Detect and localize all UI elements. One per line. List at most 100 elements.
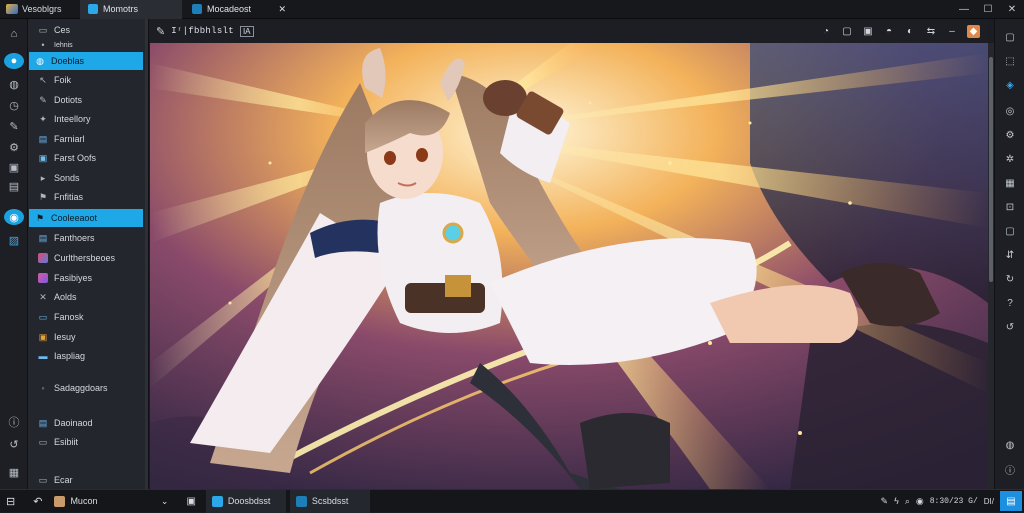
tab-close-icon[interactable]: ✕ bbox=[278, 4, 286, 15]
panel-icon: ▭ bbox=[38, 436, 48, 447]
layers-icon[interactable]: ▤ bbox=[7, 179, 21, 193]
sidebar-item-curlthersbeoes[interactable]: Curlthersbeoes bbox=[32, 249, 143, 267]
sidebar-item-esibiit[interactable]: ▭ Esibiit bbox=[32, 433, 143, 451]
toolbar-actions: ◔ ▢ ▣ ◓ ◐ ⇆ – ◆ bbox=[820, 24, 988, 38]
pen-icon[interactable]: ✎ bbox=[881, 496, 889, 507]
chat-bubble-icon[interactable]: ◉ bbox=[4, 209, 24, 225]
canvas-toolbar: ✎ Iʳ|fbbhlslt IA ◔ ▢ ▣ ◓ ◐ ⇆ – ◆ bbox=[150, 19, 988, 43]
sidebar-item-farniarl[interactable]: ▤ Farniarl bbox=[32, 130, 143, 148]
tab-mocadeost[interactable]: Mocadeost ✕ bbox=[184, 0, 294, 19]
sidebar-item-daoinaod[interactable]: ▤ Daoinaod bbox=[32, 414, 143, 432]
back-button[interactable]: ↶ bbox=[27, 490, 48, 513]
sidebar-item-fasibiyes[interactable]: Fasibiyes bbox=[32, 269, 143, 287]
task-label: Doosbdsst bbox=[227, 496, 271, 506]
sidebar-item-label: Foik bbox=[54, 75, 72, 85]
sidebar-item-iesuy[interactable]: ▣ Iesuy bbox=[32, 328, 143, 346]
clock[interactable]: 8:30/23 G/ bbox=[930, 497, 978, 506]
camera-icon[interactable]: ◎ bbox=[1004, 105, 1016, 117]
home-icon[interactable]: ⌂ bbox=[7, 27, 21, 41]
sidebar-item-doeblas[interactable]: ◍ Doeblas bbox=[29, 52, 143, 70]
pen-icon: ▸ bbox=[40, 172, 46, 183]
history-icon[interactable]: ↺ bbox=[7, 437, 21, 451]
sidebar-item-fanthoers[interactable]: ▤ Fanthoers bbox=[32, 229, 143, 247]
info-icon[interactable]: ⓘ bbox=[1004, 463, 1016, 477]
search-icon[interactable]: ⌕ bbox=[905, 496, 910, 507]
sidebar-item-ecar[interactable]: ▭ Ecar bbox=[32, 471, 143, 489]
help-icon[interactable]: ? bbox=[1004, 297, 1016, 309]
image-icon[interactable]: ▣ bbox=[7, 160, 21, 174]
sidebar-item-label: Daoinaod bbox=[54, 418, 93, 428]
sidebar-item-sonds[interactable]: ▸ Sonds bbox=[32, 169, 143, 187]
square-icon[interactable]: ▢ bbox=[1004, 225, 1016, 237]
square-icon[interactable]: ▢ bbox=[1004, 31, 1016, 43]
start-button[interactable]: ⊟ bbox=[0, 490, 21, 513]
image-canvas[interactable] bbox=[150, 43, 988, 489]
path-badge[interactable]: IA bbox=[239, 25, 254, 37]
panel-icon: ▭ bbox=[38, 474, 48, 485]
refresh-icon[interactable]: ↻ bbox=[1004, 273, 1016, 285]
pin-icon[interactable]: ✎ bbox=[156, 25, 165, 38]
photo-icon[interactable]: ▨ bbox=[7, 233, 21, 247]
file-path[interactable]: Iʳ|fbbhlslt bbox=[171, 26, 234, 36]
gear-icon[interactable]: ⚙ bbox=[1004, 129, 1016, 141]
palette-icon[interactable]: ◐ bbox=[904, 26, 916, 37]
app-brand[interactable]: Momotrs Vesoblgrs bbox=[0, 0, 80, 19]
panel-icon: ▤ bbox=[38, 232, 48, 243]
notification-icon[interactable]: ▤ bbox=[1000, 491, 1022, 511]
layout-icon: ⊟ bbox=[6, 495, 16, 508]
minus-icon[interactable]: – bbox=[946, 26, 958, 37]
minimize-button[interactable]: — bbox=[952, 0, 976, 19]
title-bar: Momotrs Vesoblgrs Momotrs Mocadeost ✕ — … bbox=[0, 0, 1024, 19]
task-scsbdsst[interactable]: Scsbdsst bbox=[289, 489, 370, 513]
globe-icon[interactable]: ◍ bbox=[7, 77, 21, 91]
globe-icon[interactable]: ◍ bbox=[1004, 439, 1016, 451]
color-icon bbox=[38, 273, 48, 283]
project-selector[interactable]: Mucon ⌄ bbox=[48, 490, 174, 513]
flag-icon[interactable]: ◓ bbox=[883, 26, 895, 37]
note-icon[interactable]: ▢ bbox=[841, 26, 853, 37]
sidebar-scrollbar[interactable] bbox=[145, 19, 148, 489]
gear-icon[interactable]: ⚙ bbox=[7, 140, 21, 154]
sidebar-item-inteellory[interactable]: ✦ Inteellory bbox=[32, 110, 143, 128]
swap-icon[interactable]: ⇵ bbox=[1004, 249, 1016, 261]
color-swatch-icon[interactable]: ◆ bbox=[967, 24, 980, 38]
sidebar-item-fnfitias[interactable]: ⚑ Fnfitias bbox=[32, 188, 143, 206]
globe-icon: ◍ bbox=[36, 55, 44, 66]
tray-text[interactable]: DI/ bbox=[984, 497, 994, 506]
save-icon[interactable]: ▣ bbox=[862, 26, 874, 37]
sidebar-item-aolds[interactable]: ✕ Aolds bbox=[32, 288, 143, 306]
scrollbar-thumb[interactable] bbox=[989, 57, 993, 282]
sidebar-item-foik[interactable]: ↖ Foik bbox=[32, 71, 143, 89]
grid-icon[interactable]: ▦ bbox=[1004, 177, 1016, 189]
sidebar-item-dotiots[interactable]: ✎ Dotiots bbox=[32, 91, 143, 109]
sidebar-item-fanosk[interactable]: ▭ Fanosk bbox=[32, 308, 143, 326]
task-label: Scsbdsst bbox=[311, 496, 349, 506]
info-icon[interactable]: ⓘ bbox=[7, 415, 21, 429]
sidebar-item-label: Inteellory bbox=[54, 114, 91, 124]
pin-icon[interactable]: ◔ bbox=[820, 26, 832, 37]
settings-icon[interactable]: ✲ bbox=[1004, 153, 1016, 165]
maximize-button[interactable]: ☐ bbox=[976, 0, 1000, 19]
close-button[interactable]: ✕ bbox=[1000, 0, 1024, 19]
wrench-icon[interactable]: ✎ bbox=[7, 119, 21, 133]
history-icon[interactable]: ↺ bbox=[1004, 321, 1016, 333]
export-icon[interactable]: ⬚ bbox=[1004, 55, 1016, 67]
app-title: Vesoblgrs bbox=[22, 4, 62, 14]
sidebar-item-sadaggdoars[interactable]: ◦ Sadaggdoars bbox=[32, 379, 143, 397]
window-icon-button[interactable]: ▣ bbox=[180, 490, 201, 513]
sidebar-item-iaspliag[interactable]: ▬ Iaspliag bbox=[32, 347, 143, 365]
task-app-icon bbox=[211, 495, 223, 507]
sidebar-item-cooleeaoot[interactable]: ⚑ Cooleeaoot bbox=[29, 209, 143, 227]
wifi-icon[interactable]: ◉ bbox=[916, 496, 924, 507]
crop-icon[interactable]: ⊡ bbox=[1004, 201, 1016, 213]
chat-icon[interactable]: ● bbox=[4, 53, 24, 69]
task-doosbdsst[interactable]: Doosbdsst bbox=[205, 489, 286, 513]
tab-momotrs[interactable]: Momotrs bbox=[80, 0, 182, 19]
clock-icon[interactable]: ◷ bbox=[7, 98, 21, 112]
sidebar-item-farst-oofs[interactable]: ▣ Farst Oofs bbox=[32, 149, 143, 167]
share-icon[interactable]: ⇆ bbox=[925, 26, 937, 37]
layers-blue-icon[interactable]: ◈ bbox=[1004, 79, 1016, 91]
activity-rail: ⌂ ● ◍ ◷ ✎ ⚙ ▣ ▤ ◉ ▨ ⓘ ↺ ▦ bbox=[0, 19, 28, 489]
folder-icon[interactable]: ▦ bbox=[7, 465, 21, 479]
mic-icon[interactable]: ϟ bbox=[894, 496, 899, 506]
